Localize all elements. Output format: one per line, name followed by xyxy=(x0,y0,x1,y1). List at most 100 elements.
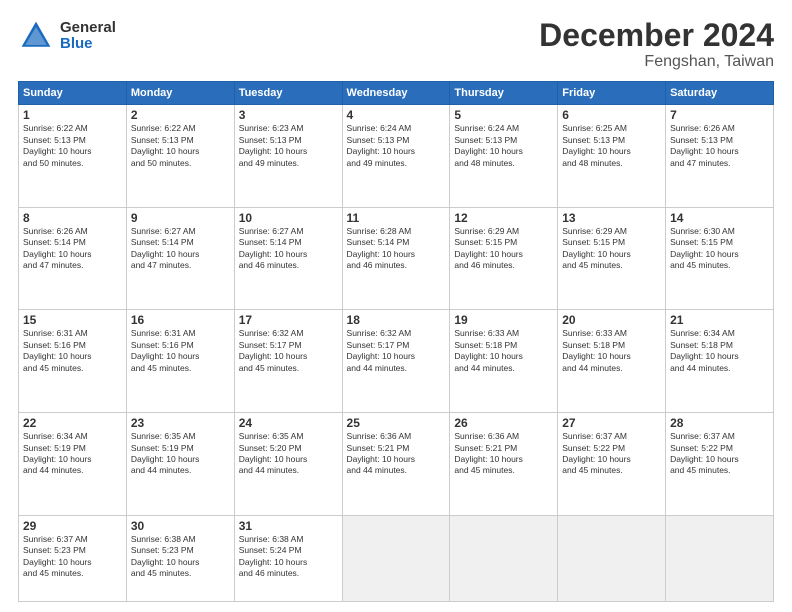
day-number: 27 xyxy=(562,416,661,430)
calendar-cell: 11Sunrise: 6:28 AM Sunset: 5:14 PM Dayli… xyxy=(342,207,450,310)
day-number: 15 xyxy=(23,313,122,327)
calendar-header: SundayMondayTuesdayWednesdayThursdayFrid… xyxy=(19,82,774,105)
logo-icon xyxy=(18,18,54,54)
calendar-cell: 5Sunrise: 6:24 AM Sunset: 5:13 PM Daylig… xyxy=(450,105,558,208)
day-number: 9 xyxy=(131,211,230,225)
day-number: 18 xyxy=(347,313,446,327)
calendar-week-3: 15Sunrise: 6:31 AM Sunset: 5:16 PM Dayli… xyxy=(19,310,774,413)
day-number: 16 xyxy=(131,313,230,327)
cell-info: Sunrise: 6:31 AM Sunset: 5:16 PM Dayligh… xyxy=(131,328,230,374)
day-number: 19 xyxy=(454,313,553,327)
calendar-cell: 24Sunrise: 6:35 AM Sunset: 5:20 PM Dayli… xyxy=(234,413,342,516)
cell-info: Sunrise: 6:37 AM Sunset: 5:22 PM Dayligh… xyxy=(670,431,769,477)
cell-info: Sunrise: 6:22 AM Sunset: 5:13 PM Dayligh… xyxy=(131,123,230,169)
cell-info: Sunrise: 6:34 AM Sunset: 5:18 PM Dayligh… xyxy=(670,328,769,374)
col-header-saturday: Saturday xyxy=(666,82,774,105)
calendar-cell: 16Sunrise: 6:31 AM Sunset: 5:16 PM Dayli… xyxy=(126,310,234,413)
title-block: December 2024 Fengshan, Taiwan xyxy=(539,18,774,71)
header-row: SundayMondayTuesdayWednesdayThursdayFrid… xyxy=(19,82,774,105)
cell-info: Sunrise: 6:30 AM Sunset: 5:15 PM Dayligh… xyxy=(670,226,769,272)
calendar-cell xyxy=(666,515,774,601)
day-number: 14 xyxy=(670,211,769,225)
day-number: 30 xyxy=(131,519,230,533)
day-number: 2 xyxy=(131,108,230,122)
day-number: 20 xyxy=(562,313,661,327)
col-header-thursday: Thursday xyxy=(450,82,558,105)
col-header-tuesday: Tuesday xyxy=(234,82,342,105)
day-number: 28 xyxy=(670,416,769,430)
calendar-cell: 31Sunrise: 6:38 AM Sunset: 5:24 PM Dayli… xyxy=(234,515,342,601)
cell-info: Sunrise: 6:24 AM Sunset: 5:13 PM Dayligh… xyxy=(347,123,446,169)
calendar-cell: 14Sunrise: 6:30 AM Sunset: 5:15 PM Dayli… xyxy=(666,207,774,310)
cell-info: Sunrise: 6:24 AM Sunset: 5:13 PM Dayligh… xyxy=(454,123,553,169)
day-number: 5 xyxy=(454,108,553,122)
cell-info: Sunrise: 6:36 AM Sunset: 5:21 PM Dayligh… xyxy=(454,431,553,477)
day-number: 23 xyxy=(131,416,230,430)
cell-info: Sunrise: 6:33 AM Sunset: 5:18 PM Dayligh… xyxy=(562,328,661,374)
calendar-cell: 1Sunrise: 6:22 AM Sunset: 5:13 PM Daylig… xyxy=(19,105,127,208)
col-header-wednesday: Wednesday xyxy=(342,82,450,105)
calendar-table: SundayMondayTuesdayWednesdayThursdayFrid… xyxy=(18,81,774,602)
calendar-cell: 27Sunrise: 6:37 AM Sunset: 5:22 PM Dayli… xyxy=(558,413,666,516)
col-header-sunday: Sunday xyxy=(19,82,127,105)
calendar-body: 1Sunrise: 6:22 AM Sunset: 5:13 PM Daylig… xyxy=(19,105,774,602)
cell-info: Sunrise: 6:29 AM Sunset: 5:15 PM Dayligh… xyxy=(562,226,661,272)
calendar-cell: 20Sunrise: 6:33 AM Sunset: 5:18 PM Dayli… xyxy=(558,310,666,413)
day-number: 3 xyxy=(239,108,338,122)
logo-blue-text: Blue xyxy=(60,36,116,53)
cell-info: Sunrise: 6:26 AM Sunset: 5:14 PM Dayligh… xyxy=(23,226,122,272)
calendar-cell: 15Sunrise: 6:31 AM Sunset: 5:16 PM Dayli… xyxy=(19,310,127,413)
day-number: 1 xyxy=(23,108,122,122)
calendar-cell: 28Sunrise: 6:37 AM Sunset: 5:22 PM Dayli… xyxy=(666,413,774,516)
calendar-cell: 22Sunrise: 6:34 AM Sunset: 5:19 PM Dayli… xyxy=(19,413,127,516)
day-number: 10 xyxy=(239,211,338,225)
cell-info: Sunrise: 6:25 AM Sunset: 5:13 PM Dayligh… xyxy=(562,123,661,169)
calendar-cell: 13Sunrise: 6:29 AM Sunset: 5:15 PM Dayli… xyxy=(558,207,666,310)
calendar-cell: 18Sunrise: 6:32 AM Sunset: 5:17 PM Dayli… xyxy=(342,310,450,413)
page: General Blue December 2024 Fengshan, Tai… xyxy=(0,0,792,612)
day-number: 13 xyxy=(562,211,661,225)
cell-info: Sunrise: 6:33 AM Sunset: 5:18 PM Dayligh… xyxy=(454,328,553,374)
calendar-cell: 26Sunrise: 6:36 AM Sunset: 5:21 PM Dayli… xyxy=(450,413,558,516)
cell-info: Sunrise: 6:38 AM Sunset: 5:23 PM Dayligh… xyxy=(131,534,230,580)
cell-info: Sunrise: 6:32 AM Sunset: 5:17 PM Dayligh… xyxy=(239,328,338,374)
day-number: 31 xyxy=(239,519,338,533)
calendar-cell: 30Sunrise: 6:38 AM Sunset: 5:23 PM Dayli… xyxy=(126,515,234,601)
col-header-monday: Monday xyxy=(126,82,234,105)
calendar-cell: 17Sunrise: 6:32 AM Sunset: 5:17 PM Dayli… xyxy=(234,310,342,413)
calendar-cell: 19Sunrise: 6:33 AM Sunset: 5:18 PM Dayli… xyxy=(450,310,558,413)
day-number: 6 xyxy=(562,108,661,122)
cell-info: Sunrise: 6:27 AM Sunset: 5:14 PM Dayligh… xyxy=(239,226,338,272)
day-number: 29 xyxy=(23,519,122,533)
cell-info: Sunrise: 6:32 AM Sunset: 5:17 PM Dayligh… xyxy=(347,328,446,374)
calendar-cell: 3Sunrise: 6:23 AM Sunset: 5:13 PM Daylig… xyxy=(234,105,342,208)
cell-info: Sunrise: 6:31 AM Sunset: 5:16 PM Dayligh… xyxy=(23,328,122,374)
cell-info: Sunrise: 6:37 AM Sunset: 5:22 PM Dayligh… xyxy=(562,431,661,477)
calendar-cell: 12Sunrise: 6:29 AM Sunset: 5:15 PM Dayli… xyxy=(450,207,558,310)
calendar-cell xyxy=(342,515,450,601)
day-number: 21 xyxy=(670,313,769,327)
cell-info: Sunrise: 6:35 AM Sunset: 5:19 PM Dayligh… xyxy=(131,431,230,477)
day-number: 7 xyxy=(670,108,769,122)
calendar-week-1: 1Sunrise: 6:22 AM Sunset: 5:13 PM Daylig… xyxy=(19,105,774,208)
calendar-week-4: 22Sunrise: 6:34 AM Sunset: 5:19 PM Dayli… xyxy=(19,413,774,516)
calendar-location: Fengshan, Taiwan xyxy=(539,53,774,71)
logo: General Blue xyxy=(18,18,116,54)
calendar-week-2: 8Sunrise: 6:26 AM Sunset: 5:14 PM Daylig… xyxy=(19,207,774,310)
day-number: 12 xyxy=(454,211,553,225)
cell-info: Sunrise: 6:37 AM Sunset: 5:23 PM Dayligh… xyxy=(23,534,122,580)
calendar-cell: 9Sunrise: 6:27 AM Sunset: 5:14 PM Daylig… xyxy=(126,207,234,310)
calendar-cell: 8Sunrise: 6:26 AM Sunset: 5:14 PM Daylig… xyxy=(19,207,127,310)
day-number: 11 xyxy=(347,211,446,225)
day-number: 17 xyxy=(239,313,338,327)
header: General Blue December 2024 Fengshan, Tai… xyxy=(18,18,774,71)
day-number: 4 xyxy=(347,108,446,122)
calendar-cell: 29Sunrise: 6:37 AM Sunset: 5:23 PM Dayli… xyxy=(19,515,127,601)
day-number: 22 xyxy=(23,416,122,430)
cell-info: Sunrise: 6:34 AM Sunset: 5:19 PM Dayligh… xyxy=(23,431,122,477)
cell-info: Sunrise: 6:26 AM Sunset: 5:13 PM Dayligh… xyxy=(670,123,769,169)
cell-info: Sunrise: 6:35 AM Sunset: 5:20 PM Dayligh… xyxy=(239,431,338,477)
calendar-cell: 2Sunrise: 6:22 AM Sunset: 5:13 PM Daylig… xyxy=(126,105,234,208)
logo-text: General Blue xyxy=(60,20,116,53)
cell-info: Sunrise: 6:22 AM Sunset: 5:13 PM Dayligh… xyxy=(23,123,122,169)
